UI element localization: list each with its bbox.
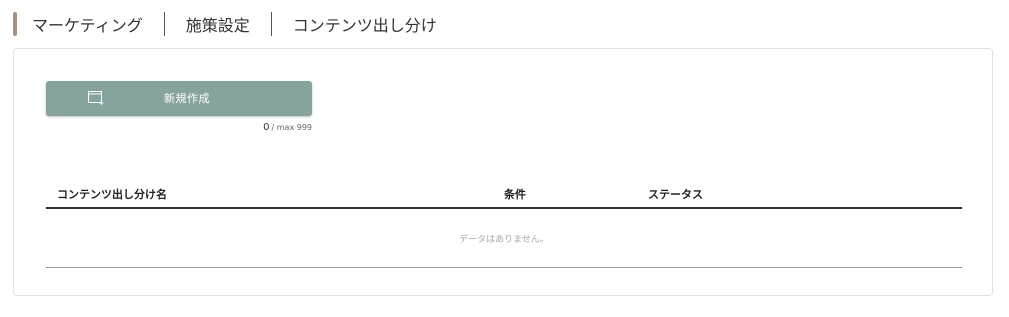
create-new-button-label: 新規作成 <box>164 92 210 105</box>
column-header-status[interactable]: ステータス <box>648 186 703 202</box>
breadcrumb-separator <box>163 12 165 36</box>
item-count-current: 0 <box>263 122 270 133</box>
create-new-button[interactable]: 新規作成 <box>46 81 312 116</box>
column-header-condition[interactable]: 条件 <box>504 186 526 202</box>
column-header-name[interactable]: コンテンツ出し分け名 <box>57 186 167 202</box>
breadcrumb-item-marketing[interactable]: マーケティング <box>32 12 143 36</box>
breadcrumb-separator <box>270 12 272 36</box>
breadcrumb-item-campaign-settings[interactable]: 施策設定 <box>186 12 250 36</box>
breadcrumb-accent-bar <box>13 12 17 36</box>
empty-message: データはありません。 <box>459 235 549 245</box>
content-panel: 新規作成 0/ max 999 コンテンツ出し分け名 条件 ステータス データは… <box>13 48 993 296</box>
breadcrumb: マーケティング 施策設定 コンテンツ出し分け <box>13 12 437 36</box>
item-count-max: / max 999 <box>271 123 312 132</box>
breadcrumb-item-content-switching: コンテンツ出し分け <box>292 16 437 35</box>
table-header: コンテンツ出し分け名 条件 ステータス <box>46 180 962 209</box>
content-switching-table: コンテンツ出し分け名 条件 ステータス データはありません。 <box>46 180 962 268</box>
item-count: 0/ max 999 <box>46 122 312 133</box>
table-empty-row: データはありません。 <box>46 209 962 268</box>
